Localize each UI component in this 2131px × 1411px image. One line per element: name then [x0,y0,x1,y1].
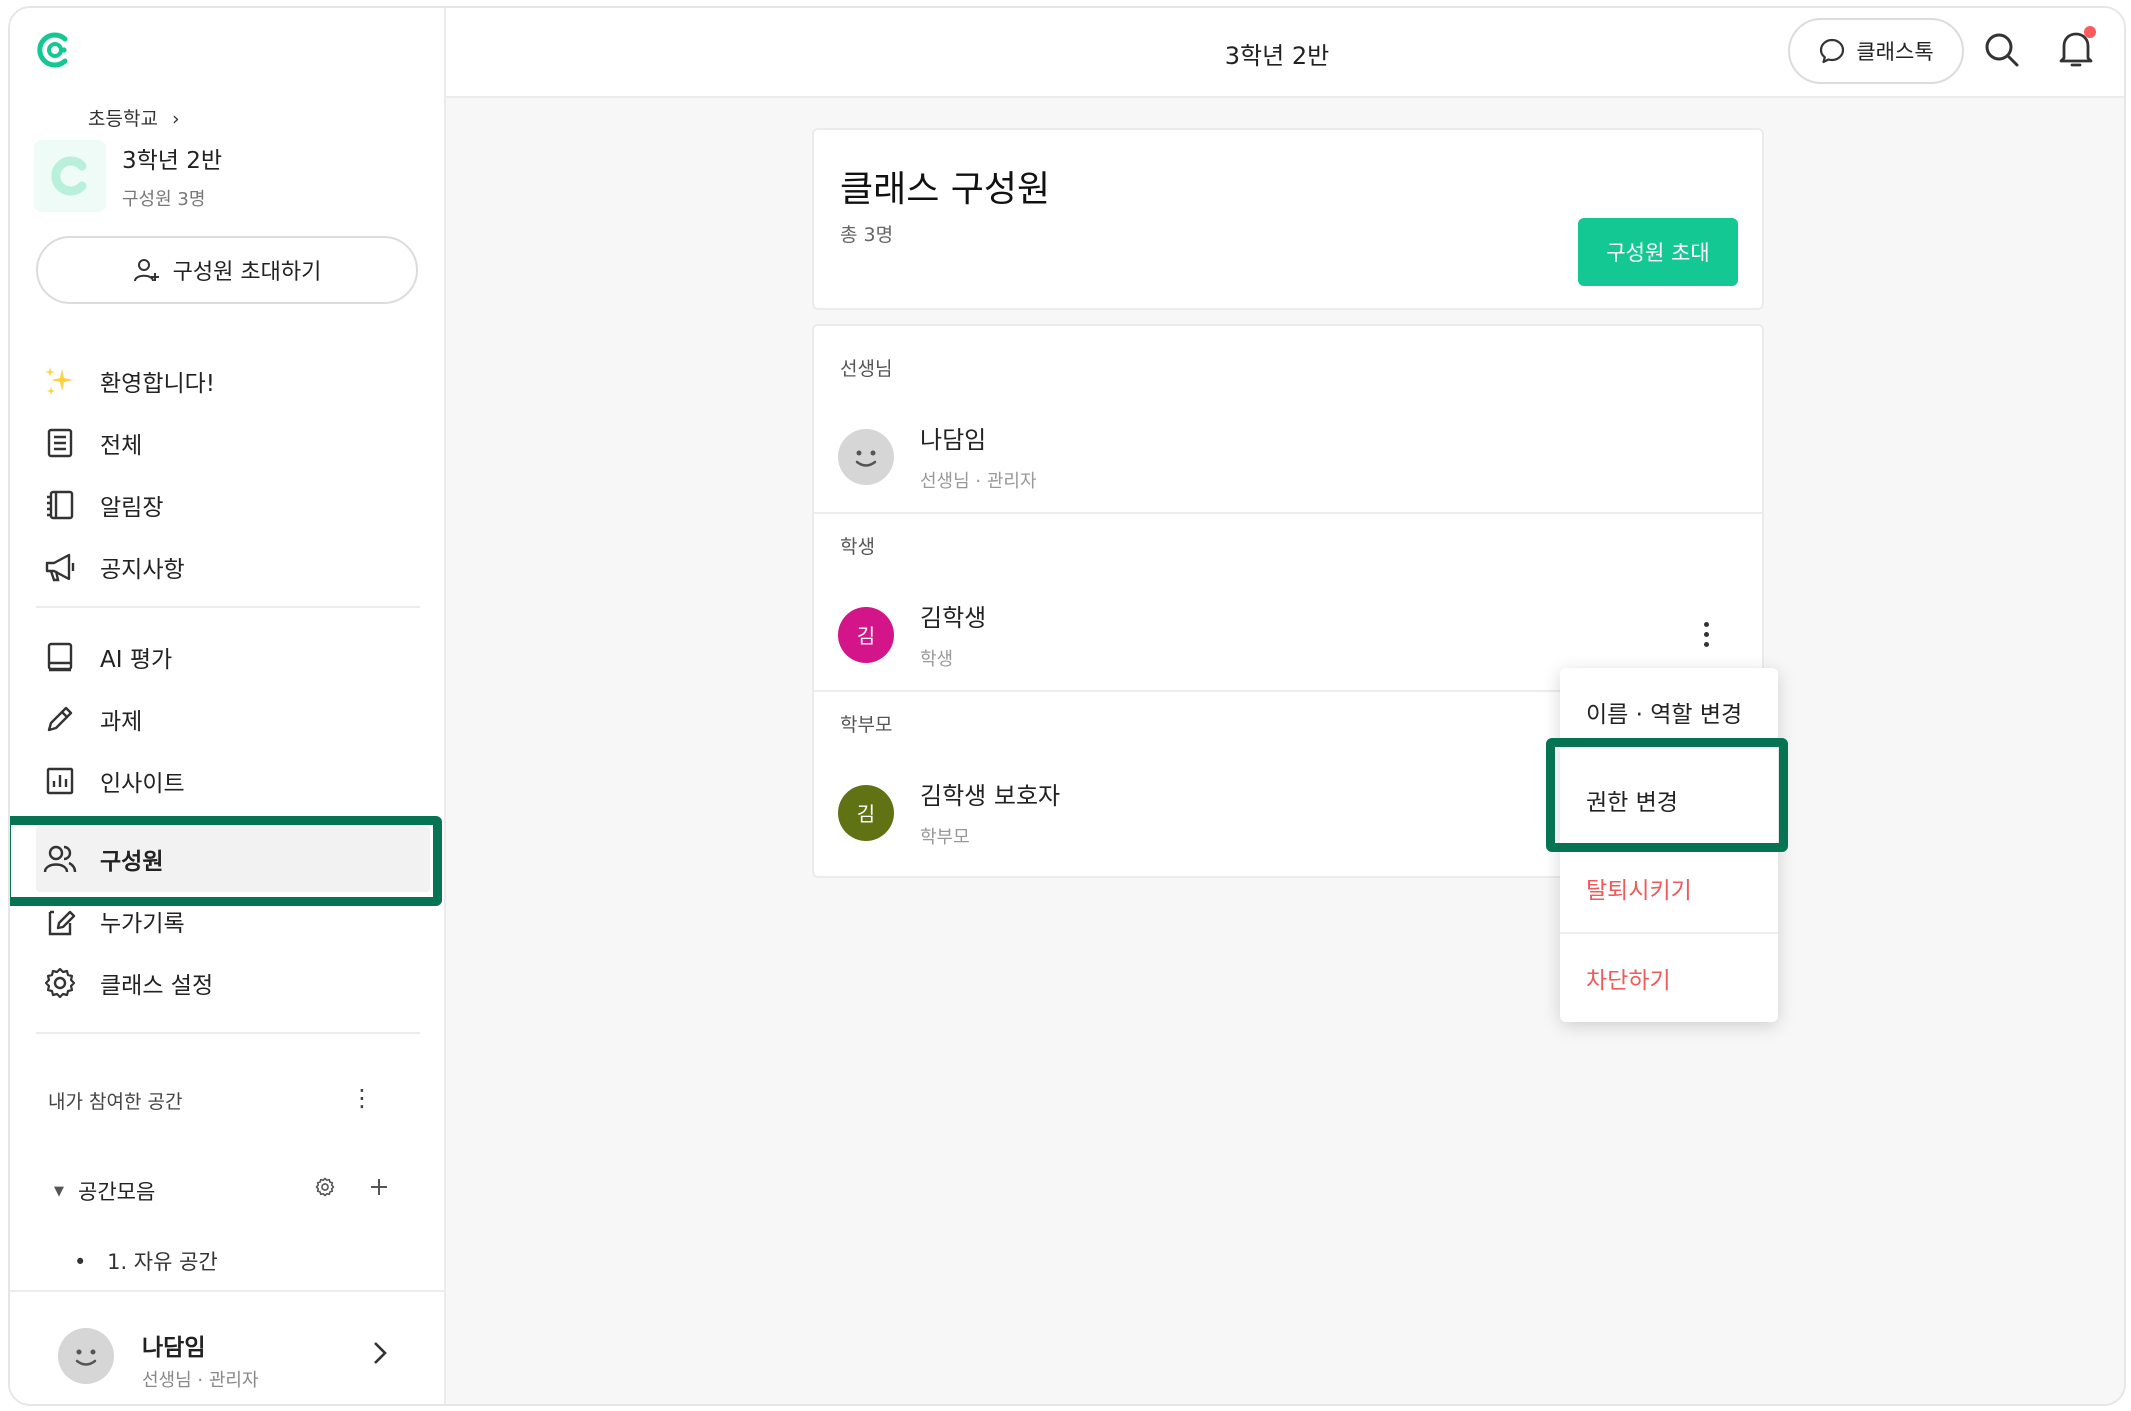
sidebar-item-notice[interactable]: 공지사항 [42,542,185,592]
user-profile-footer[interactable]: 나담임 선생님 · 관리자 [10,1290,446,1404]
highlight-change-permission [1546,738,1788,852]
sidebar-item-all[interactable]: 전체 [42,418,142,468]
member-row[interactable]: 김 김학생 학생 [838,598,986,671]
notebook-icon [47,490,74,520]
class-card[interactable]: 3학년 2반 구성원 3명 [34,140,222,212]
group-label-parent: 학부모 [840,714,893,736]
space-group-header[interactable]: ▼ 공간모음 [54,1176,155,1206]
member-name: 나담임 [920,426,987,454]
sidebar-item-label: 인사이트 [100,771,185,797]
smiley-icon [855,450,877,467]
sidebar-item-label: 공지사항 [100,557,185,583]
main-content: 클래스 구성원 총 3명 구성원 초대 선생님 나담임 선생님 · 관리자 학생… [446,98,2124,1404]
avatar [58,1328,114,1384]
classtalk-label: 클래스톡 [1856,40,1934,64]
invite-members-button[interactable]: 구성원 초대하기 [36,236,418,304]
sidebar-item-welcome[interactable]: 환영합니다! [42,356,215,406]
sidebar-divider [36,1032,420,1034]
member-name: 김학생 보호자 [920,782,1061,810]
class-c-logo-icon [51,156,87,196]
sidebar-item-label: 전체 [100,433,143,459]
sidebar-item-label: 알림장 [100,495,164,521]
member-name: 김학생 [920,604,987,632]
chevron-right-icon: › [171,108,180,130]
sidebar-item-label: AI 평가 [100,647,173,673]
sidebar-item-label: 클래스 설정 [100,973,214,999]
gear-icon [44,967,76,999]
top-header: 3학년 2반 클래스톡 [446,8,2124,98]
notifications-button[interactable] [2054,26,2098,72]
sidebar-item-class-settings[interactable]: 클래스 설정 [42,958,213,1008]
avatar: 김 [838,606,894,663]
add-user-icon [133,259,159,282]
sidebar-item-notebook[interactable]: 알림장 [42,480,163,530]
member-role: 학부모 [920,827,970,848]
document-icon [47,428,73,458]
group-divider [814,512,1762,514]
sidebar-item-label: 환영합니다! [100,371,216,397]
member-role: 선생님 · 관리자 [920,471,1037,492]
sidebar-item-label: 누가기록 [100,911,185,937]
bullet-icon: • [74,1250,87,1274]
class-member-count: 구성원 3명 [122,189,206,210]
sidebar-divider [36,606,420,608]
sidebar: 초등학교 › 3학년 2반 구성원 3명 구성원 초대하기 환영합니다! 전체 … [10,8,446,1404]
classtalk-button[interactable]: 클래스톡 [1788,18,1964,84]
caret-down-icon: ▼ [54,1183,64,1199]
edit-note-icon [48,910,76,936]
avatar [838,428,894,485]
pencil-icon [47,706,73,732]
space-settings-gear-icon[interactable] [314,1176,336,1198]
smiley-icon [75,1349,97,1366]
group-label-teacher: 선생님 [840,358,893,380]
highlight-members-nav [10,816,442,906]
chevron-right-icon[interactable] [370,1340,390,1366]
school-name: 초등학교 [88,108,158,130]
school-breadcrumb[interactable]: 초등학교 › [88,104,180,131]
book-icon [47,642,73,672]
megaphone-icon [45,553,75,582]
my-spaces-more-icon[interactable]: ⋮ [350,1084,374,1112]
space-group-label: 공간모음 [78,1180,156,1204]
class-name: 3학년 2반 [122,148,223,174]
classum-logo-icon[interactable] [34,30,74,70]
chart-icon [46,767,74,795]
space-item-free[interactable]: • 1. 자유 공간 [74,1246,218,1276]
class-thumbnail [34,140,106,212]
member-row[interactable]: 나담임 선생님 · 관리자 [838,420,1037,493]
space-item-label: 1. 자유 공간 [107,1250,218,1274]
invite-member-button[interactable]: 구성원 초대 [1578,218,1738,286]
sidebar-item-insight[interactable]: 인사이트 [42,756,185,806]
members-header-card: 클래스 구성원 총 3명 구성원 초대 [812,128,1764,310]
my-spaces-title: 내가 참여한 공간 [48,1091,183,1113]
menu-item-remove-member[interactable]: 탈퇴시키기 [1560,844,1778,932]
search-icon[interactable] [1980,28,2024,72]
members-total: 총 3명 [840,224,894,246]
sparkle-icon [45,367,73,395]
menu-item-block-member[interactable]: 차단하기 [1560,934,1778,1022]
notification-badge [2084,26,2096,38]
member-more-options-icon[interactable] [1696,614,1716,654]
add-space-plus-icon[interactable] [368,1176,390,1198]
app-window: 초등학교 › 3학년 2반 구성원 3명 구성원 초대하기 환영합니다! 전체 … [8,6,2126,1406]
sidebar-item-assignment[interactable]: 과제 [42,694,142,744]
user-name: 나담임 [142,1335,206,1361]
avatar: 김 [838,784,894,841]
member-role: 학생 [920,649,954,670]
user-role: 선생님 · 관리자 [142,1370,259,1391]
invite-members-label: 구성원 초대하기 [172,260,322,285]
member-row[interactable]: 김 김학생 보호자 학부모 [838,776,1060,849]
chat-bubble-icon [1820,38,1845,64]
sidebar-item-label: 과제 [100,709,143,735]
sidebar-item-ai-evaluation[interactable]: AI 평가 [42,632,172,682]
members-title: 클래스 구성원 [840,169,1051,210]
group-label-student: 학생 [840,536,875,558]
